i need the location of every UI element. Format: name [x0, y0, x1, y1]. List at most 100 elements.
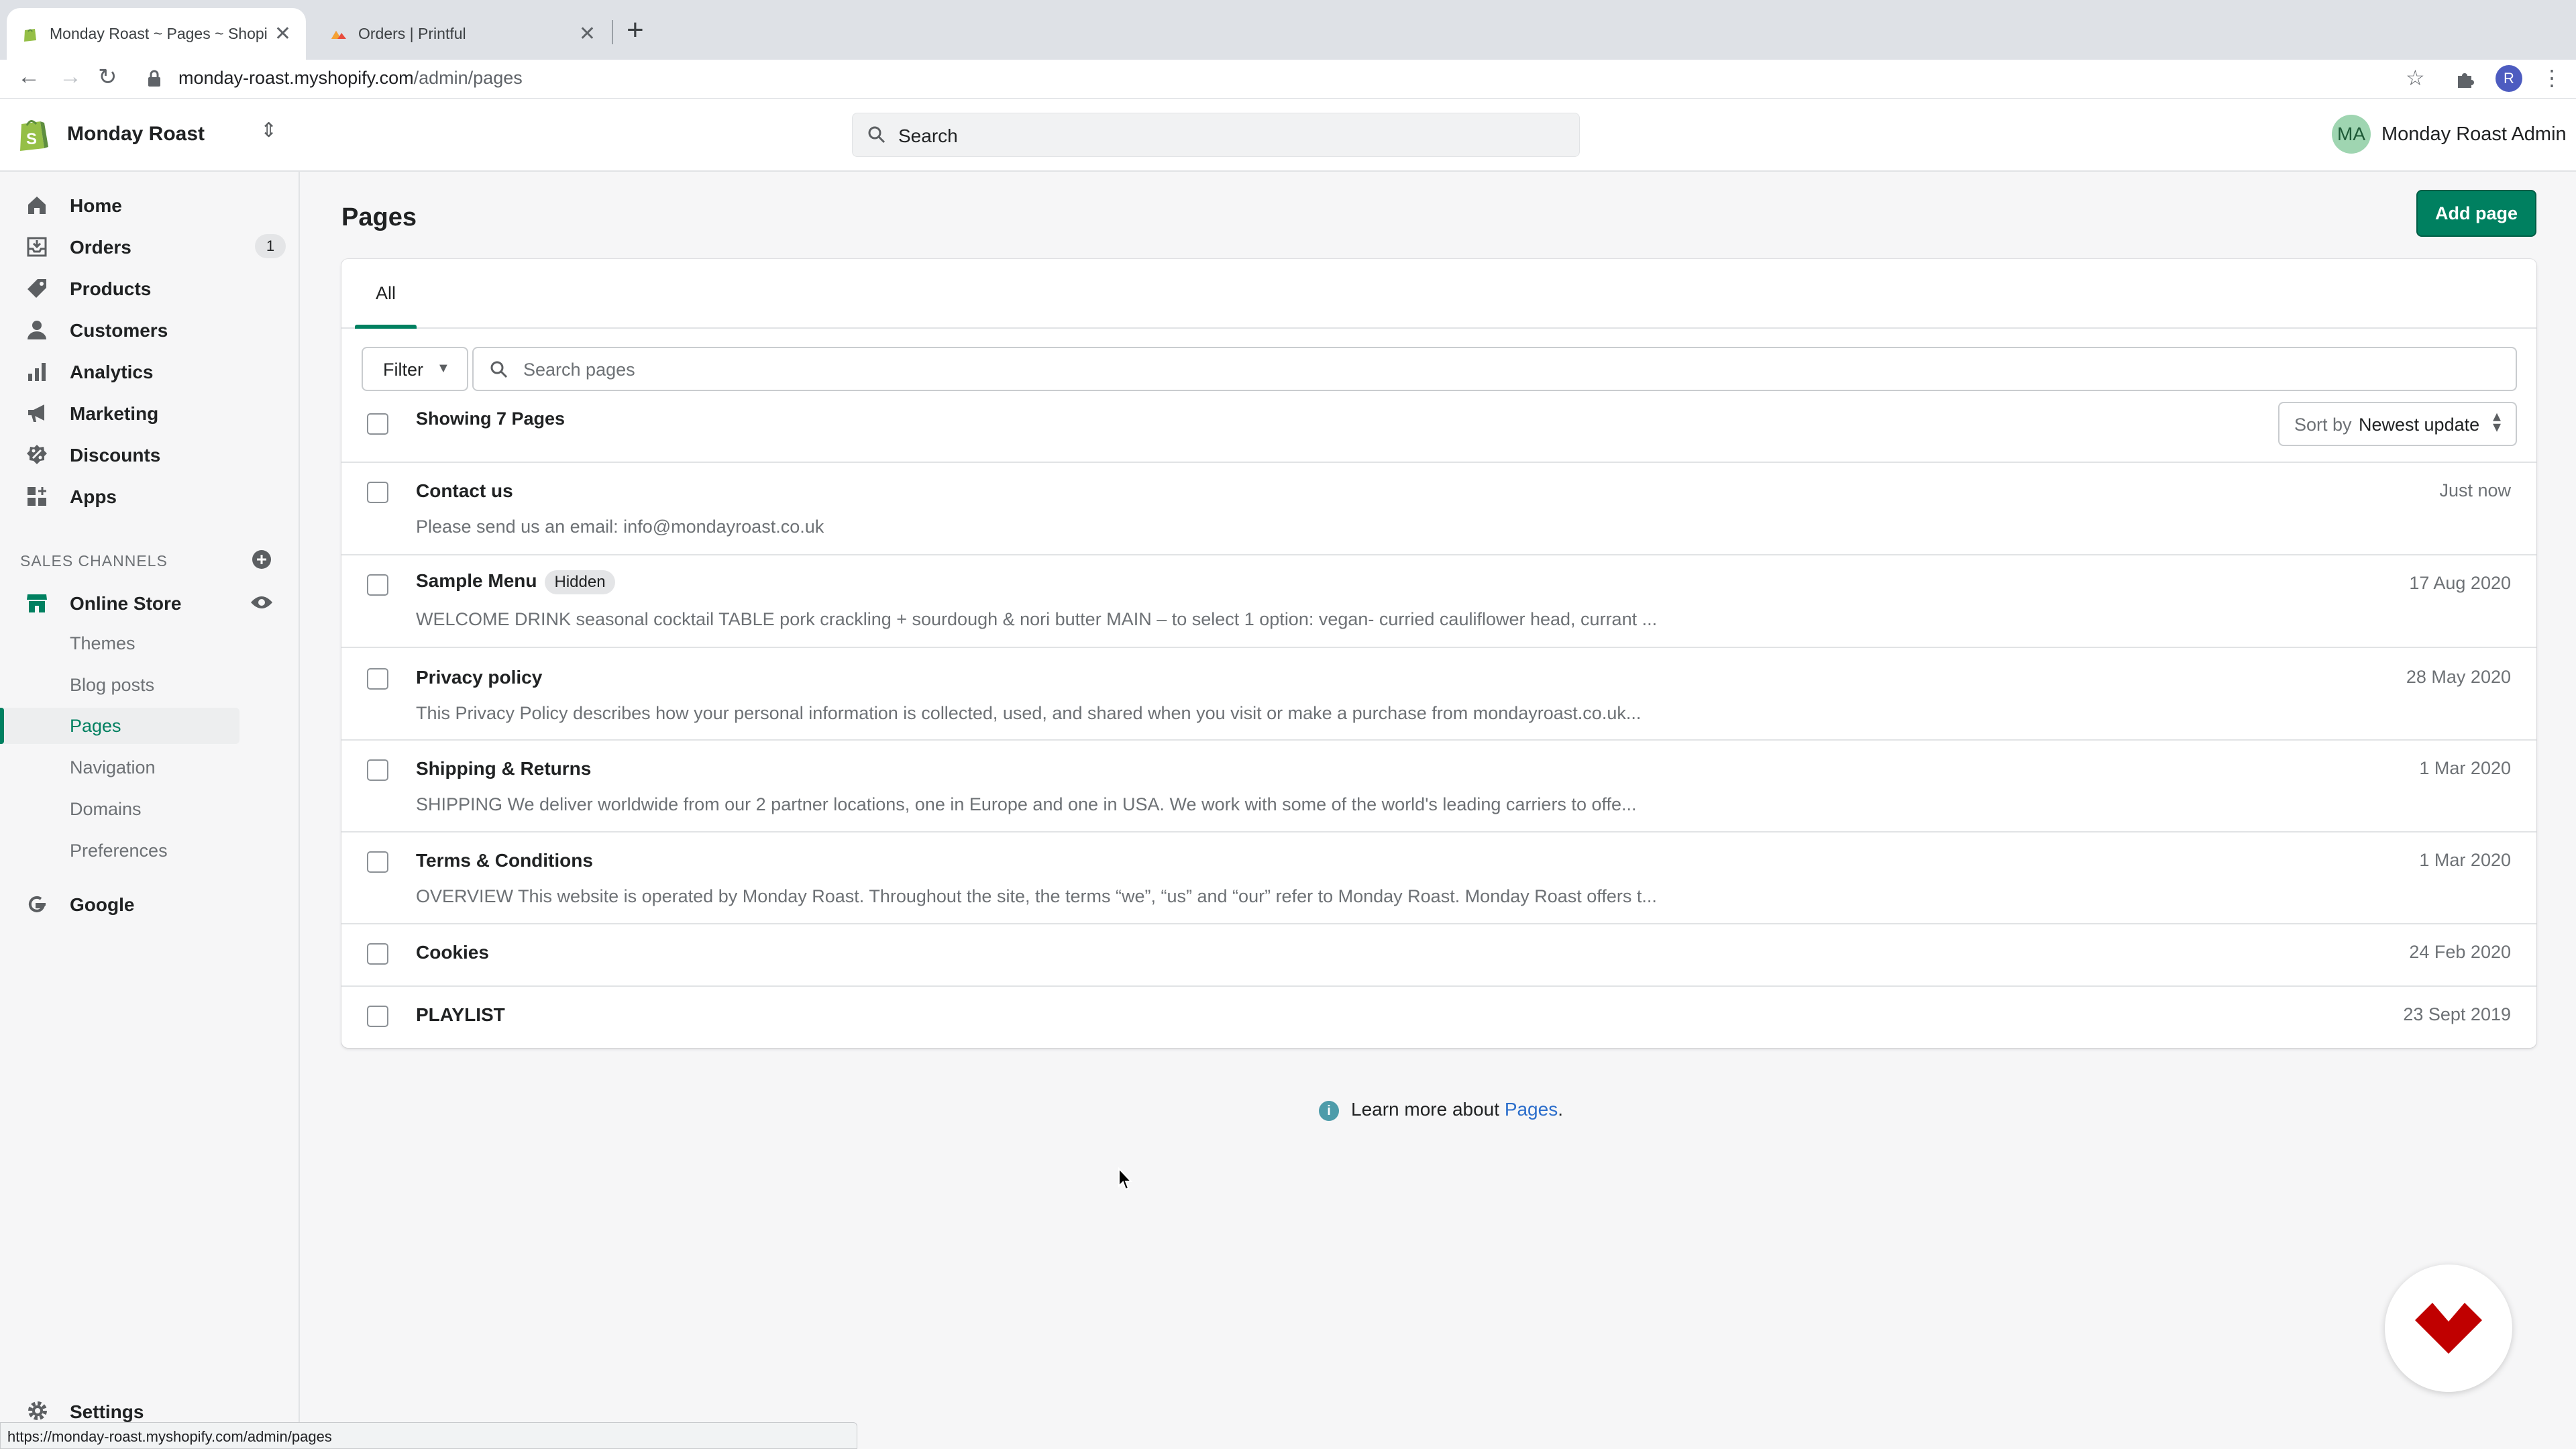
page-row-title: Sample Menu: [416, 570, 537, 591]
sidebar-item-customers[interactable]: Customers: [0, 311, 300, 348]
sidebar-item-orders[interactable]: Orders 1: [0, 227, 300, 265]
sidebar-item-label: Apps: [70, 486, 117, 507]
global-search-input[interactable]: Search: [852, 113, 1580, 157]
sidebar-item-themes[interactable]: Themes: [70, 633, 136, 654]
table-row[interactable]: Cookies 24 Feb 2020: [341, 923, 2536, 985]
row-checkbox[interactable]: [367, 668, 388, 690]
tag-icon: [28, 279, 46, 298]
row-checkbox[interactable]: [367, 1006, 388, 1027]
sidebar-item-products[interactable]: Products: [0, 269, 300, 307]
tab-bar: All: [341, 259, 2536, 329]
app-logo-icon: [2415, 1303, 2482, 1354]
url-host: monday-roast.myshopify.com: [178, 68, 414, 88]
sidebar-item-domains[interactable]: Domains: [70, 799, 142, 820]
tab-all[interactable]: All: [355, 259, 417, 329]
back-icon[interactable]: ←: [17, 64, 40, 90]
row-checkbox[interactable]: [367, 574, 388, 596]
page-row-title-wrap[interactable]: Sample Menu Hidden: [416, 570, 615, 594]
orders-count-badge: 1: [255, 234, 286, 258]
table-row[interactable]: Sample Menu Hidden WELCOME DRINK seasonal…: [341, 554, 2536, 647]
learn-more-pages-link[interactable]: Pages: [1505, 1099, 1558, 1120]
forward-icon[interactable]: →: [59, 64, 82, 90]
table-row[interactable]: Privacy policy This Privacy Policy descr…: [341, 647, 2536, 739]
page-row-title[interactable]: PLAYLIST: [416, 1004, 505, 1026]
browser-tab-shopify[interactable]: Monday Roast ~ Pages ~ Shopify ✕: [7, 8, 306, 60]
sales-channels-heading: SALES CHANNELS: [20, 552, 168, 570]
sidebar-item-label: Discounts: [70, 445, 161, 466]
view-store-eye-icon[interactable]: [250, 593, 274, 612]
learn-more-suffix: .: [1558, 1099, 1563, 1120]
sort-label: Sort by: [2294, 415, 2352, 435]
page-row-description: This Privacy Policy describes how your p…: [416, 703, 1642, 723]
sort-value: Newest update: [2359, 415, 2480, 435]
page-row-date: Just now: [2439, 480, 2511, 500]
sidebar-item-home[interactable]: Home: [0, 186, 300, 223]
reload-icon[interactable]: ↻: [98, 64, 117, 91]
filter-label: Filter: [383, 360, 423, 380]
pages-card: All Filter ▼ Search pages Showing 7 Page…: [341, 259, 2536, 1048]
browser-tab-printful[interactable]: Orders | Printful ✕: [315, 8, 610, 60]
sidebar-item-label: Customers: [70, 320, 168, 341]
lock-icon[interactable]: [146, 69, 162, 88]
select-all-checkbox[interactable]: [367, 413, 388, 435]
page-row-title[interactable]: Contact us: [416, 480, 513, 502]
close-tab-icon[interactable]: ✕: [274, 22, 291, 46]
learn-more-footer: i Learn more about Pages.: [1319, 1099, 1563, 1121]
sidebar-item-preferences[interactable]: Preferences: [70, 841, 168, 861]
table-row[interactable]: Terms & Conditions OVERVIEW This website…: [341, 831, 2536, 923]
sidebar-item-pages[interactable]: Pages: [70, 716, 121, 737]
orders-icon: [27, 237, 47, 257]
gear-icon: [28, 1401, 47, 1420]
sidebar-item-online-store[interactable]: Online Store: [0, 584, 300, 621]
row-checkbox[interactable]: [367, 759, 388, 781]
search-icon: [868, 126, 885, 144]
shopify-logo-icon[interactable]: S: [17, 116, 48, 151]
sidebar-item-google[interactable]: Google: [0, 885, 300, 922]
url-path: /admin/pages: [413, 68, 523, 88]
sidebar-item-label: Home: [70, 195, 122, 216]
sidebar-item-blog-posts[interactable]: Blog posts: [70, 675, 154, 696]
user-avatar[interactable]: MA: [2332, 115, 2371, 154]
sort-select[interactable]: Sort by Newest update ▴ ▾: [2278, 402, 2517, 446]
sidebar-item-discounts[interactable]: Discounts: [0, 435, 300, 473]
bookmark-star-icon[interactable]: ☆: [2406, 65, 2425, 91]
page-row-description: SHIPPING We deliver worldwide from our 2…: [416, 794, 1637, 814]
close-tab-icon[interactable]: ✕: [579, 22, 596, 46]
store-switcher-chevron-icon[interactable]: ⇕: [260, 119, 277, 142]
browser-profile-avatar[interactable]: R: [2496, 65, 2522, 92]
url-field[interactable]: monday-roast.myshopify.com/admin/pages: [178, 68, 523, 89]
page-row-title[interactable]: Terms & Conditions: [416, 850, 593, 871]
table-row[interactable]: Shipping & Returns SHIPPING We deliver w…: [341, 739, 2536, 831]
row-checkbox[interactable]: [367, 943, 388, 965]
row-checkbox[interactable]: [367, 482, 388, 503]
sidebar-item-marketing[interactable]: Marketing: [0, 394, 300, 431]
add-page-button[interactable]: Add page: [2416, 190, 2536, 237]
new-tab-icon[interactable]: +: [627, 13, 644, 47]
user-name[interactable]: Monday Roast Admin: [2381, 123, 2567, 146]
printful-favicon-icon: [331, 30, 346, 39]
google-icon: [28, 896, 46, 912]
global-search-placeholder: Search: [898, 125, 958, 146]
filter-button[interactable]: Filter ▼: [362, 347, 468, 391]
sidebar-item-analytics[interactable]: Analytics: [0, 352, 300, 390]
table-row[interactable]: Contact us Please send us an email: info…: [341, 462, 2536, 554]
home-icon: [28, 197, 46, 214]
table-row[interactable]: PLAYLIST 23 Sept 2019: [341, 985, 2536, 1048]
learn-more-prefix: Learn more about: [1351, 1099, 1505, 1120]
extensions-puzzle-icon[interactable]: [2455, 69, 2475, 89]
search-pages-input[interactable]: Search pages: [472, 347, 2517, 391]
browser-menu-icon[interactable]: ⋮: [2541, 65, 2563, 91]
store-icon: [27, 594, 47, 612]
sidebar-item-apps[interactable]: Apps: [0, 477, 300, 515]
row-checkbox[interactable]: [367, 851, 388, 873]
caret-down-icon: ▼: [437, 361, 450, 376]
chat-widget-button[interactable]: [2385, 1265, 2512, 1392]
sidebar-item-navigation[interactable]: Navigation: [70, 757, 156, 778]
add-sales-channel-icon[interactable]: [251, 549, 272, 570]
browser-toolbar: ← → ↻ monday-roast.myshopify.com/admin/p…: [0, 60, 2576, 99]
page-row-title[interactable]: Shipping & Returns: [416, 758, 591, 780]
page-row-description: Please send us an email: info@mondayroas…: [416, 517, 824, 537]
store-name[interactable]: Monday Roast: [67, 123, 205, 146]
page-row-title[interactable]: Cookies: [416, 942, 489, 963]
page-row-title[interactable]: Privacy policy: [416, 667, 542, 688]
